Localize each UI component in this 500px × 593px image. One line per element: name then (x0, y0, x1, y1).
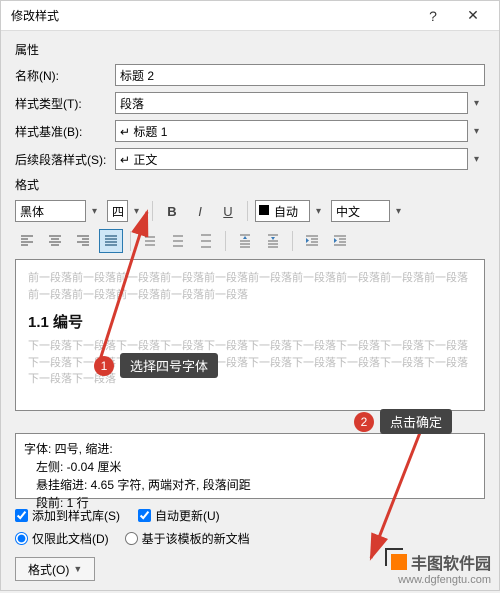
desc-line: 左侧: -0.04 厘米 (24, 458, 476, 476)
format-menu-button[interactable]: 格式(O) ▼ (15, 557, 95, 581)
this-doc-radio[interactable]: 仅限此文档(D) (15, 530, 109, 547)
help-icon[interactable]: ? (413, 1, 453, 31)
align-justify-button[interactable] (99, 229, 123, 253)
preview-before-text: 前一段落前一段落前一段落前一段落前一段落前一段落前一段落前一段落前一段落前一段落… (28, 270, 472, 303)
template-radio[interactable]: 基于该模板的新文档 (125, 530, 250, 547)
section-props: 属性 (15, 41, 485, 58)
indent-inc-button[interactable] (328, 229, 352, 253)
name-input[interactable] (115, 64, 485, 86)
label-next-style: 后续段落样式(S): (15, 151, 115, 168)
preview-heading: 1.1 编号 (28, 311, 472, 332)
label-style-type: 样式类型(T): (15, 95, 115, 112)
section-format: 格式 (15, 176, 485, 193)
spacing-1-button[interactable] (138, 229, 162, 253)
auto-update-checkbox[interactable]: 自动更新(U) (138, 507, 220, 524)
bold-button[interactable]: B (160, 199, 184, 223)
desc-line: 悬挂缩进: 4.65 字符, 两端对齐, 段落间距 (24, 476, 476, 494)
close-icon[interactable]: ✕ (453, 1, 493, 31)
label-style-base: 样式基准(B): (15, 123, 115, 140)
spacing-15-button[interactable] (166, 229, 190, 253)
font-size-select[interactable] (107, 200, 145, 222)
dialog-title: 修改样式 (11, 7, 413, 24)
desc-line: 字体: 四号, 缩进: (24, 440, 476, 458)
watermark: 丰图软件园 www.dgfengtu.com (391, 550, 491, 586)
color-swatch (259, 205, 269, 215)
align-left-button[interactable] (15, 229, 39, 253)
spacing-2-button[interactable] (194, 229, 218, 253)
style-description: 字体: 四号, 缩进: 左侧: -0.04 厘米 悬挂缩进: 4.65 字符, … (15, 433, 485, 499)
language-select[interactable] (331, 200, 407, 222)
underline-button[interactable]: U (216, 199, 240, 223)
align-right-button[interactable] (71, 229, 95, 253)
label-name: 名称(N): (15, 67, 115, 84)
style-base-select[interactable] (115, 120, 485, 142)
next-style-select[interactable] (115, 148, 485, 170)
indent-dec-button[interactable] (300, 229, 324, 253)
align-center-button[interactable] (43, 229, 67, 253)
italic-button[interactable]: I (188, 199, 212, 223)
font-family-select[interactable] (15, 200, 103, 222)
add-to-gallery-checkbox[interactable]: 添加到样式库(S) (15, 507, 120, 524)
space-before-inc-button[interactable] (233, 229, 257, 253)
style-preview: 前一段落前一段落前一段落前一段落前一段落前一段落前一段落前一段落前一段落前一段落… (15, 259, 485, 411)
style-type-select[interactable] (115, 92, 485, 114)
preview-after-text: 下一段落下一段落下一段落下一段落下一段落下一段落下一段落下一段落下一段落下一段落… (28, 338, 472, 388)
chevron-down-icon: ▼ (73, 564, 82, 574)
space-before-dec-button[interactable] (261, 229, 285, 253)
